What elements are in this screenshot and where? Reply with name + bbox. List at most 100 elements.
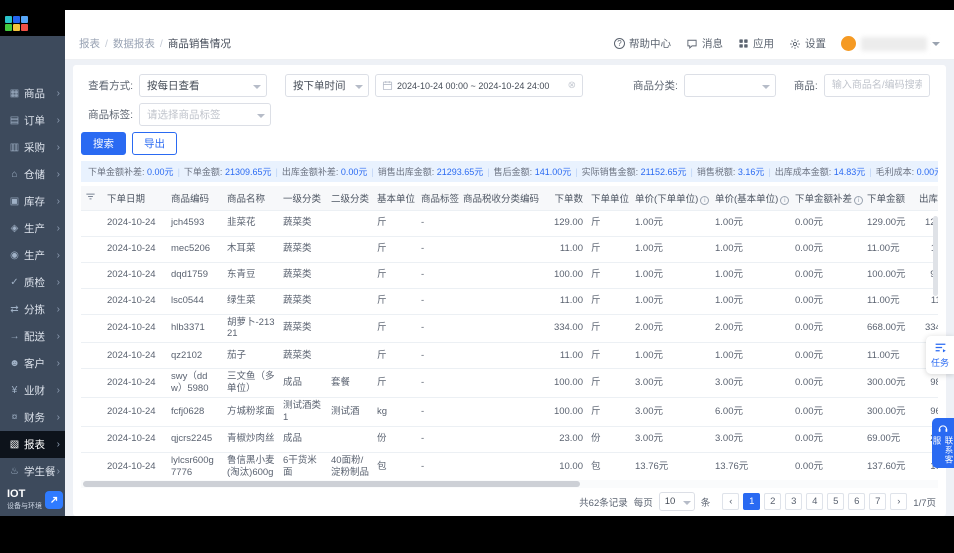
table-cell: 334.00 bbox=[543, 314, 587, 344]
chevron-right-icon: › bbox=[56, 250, 60, 261]
table-row[interactable]: 2024-10-24 dqd1759 东青豆 蔬菜类斤 -100.00 斤 1.00元 1.0… bbox=[81, 262, 938, 289]
prev-page-button[interactable]: ‹ bbox=[722, 493, 740, 510]
table-cell: 11.00 bbox=[543, 288, 587, 315]
sidebar-item-报表[interactable]: ▧ 报表 › bbox=[0, 431, 65, 458]
table-cell: 斤 bbox=[587, 397, 631, 427]
page-size-select[interactable]: 10 bbox=[658, 492, 695, 511]
sidebar-item-配送[interactable]: → 配送 › bbox=[0, 323, 65, 350]
table-row[interactable]: 2024-10-24 lylcsr600g7776 鲁信黑小麦(淘汰)600g 6干货… bbox=[81, 452, 938, 482]
date-range-value: 2024-10-24 00:00 ~ 2024-10-24 24:00 bbox=[397, 80, 550, 91]
export-button[interactable]: 导出 bbox=[132, 132, 177, 155]
chevron-right-icon: › bbox=[56, 412, 60, 423]
table-cell: hlb3371 bbox=[167, 314, 223, 344]
breadcrumb-item[interactable]: 商品销售情况 bbox=[168, 36, 231, 51]
page-button-3[interactable]: 3 bbox=[785, 493, 803, 510]
help-center-label: 帮助中心 bbox=[629, 38, 671, 50]
headset-icon bbox=[937, 423, 949, 433]
page-button-5[interactable]: 5 bbox=[827, 493, 845, 510]
product-search-input[interactable] bbox=[823, 74, 930, 97]
table-cell bbox=[459, 342, 543, 370]
iot-footer[interactable]: IOT 设备与环境 bbox=[0, 486, 65, 516]
sidebar-item-商品[interactable]: ▦ 商品 › bbox=[0, 80, 65, 107]
sidebar-item-客户[interactable]: ☻ 客户 › bbox=[0, 350, 65, 377]
user-menu[interactable] bbox=[841, 36, 940, 51]
summary-separator: | bbox=[690, 166, 693, 177]
table-cell: 2024-10-24 bbox=[103, 426, 167, 453]
total-records: 共62条记录 bbox=[579, 497, 628, 509]
table-cell: 11.00 bbox=[543, 342, 587, 370]
biz-finance-icon: ¥ bbox=[11, 385, 18, 396]
tag-select[interactable]: 请选择商品标签 bbox=[139, 103, 271, 126]
iot-launch-icon[interactable] bbox=[45, 490, 63, 509]
sidebar-item-分拣[interactable]: ⇄ 分拣 › bbox=[0, 296, 65, 323]
gear-icon bbox=[789, 38, 801, 50]
sidebar-item-订单[interactable]: ▤ 订单 › bbox=[0, 107, 65, 134]
page-button-7[interactable]: 7 bbox=[869, 493, 887, 510]
page-button-4[interactable]: 4 bbox=[806, 493, 824, 510]
horizontal-scrollbar-thumb[interactable] bbox=[83, 481, 581, 487]
apps-label: 应用 bbox=[753, 38, 774, 50]
table-cell bbox=[327, 236, 373, 263]
table-row[interactable]: 2024-10-24 jch4593 韭菜花 蔬菜类斤 -129.00 斤 1.00元 1.0… bbox=[81, 210, 938, 237]
sidebar-item-采购[interactable]: ▥ 采购 › bbox=[0, 134, 65, 161]
sidebar-item-生产[interactable]: ◉ 生产 › bbox=[0, 242, 65, 269]
date-range-input[interactable]: 2024-10-24 00:00 ~ 2024-10-24 24:00 ⊗ bbox=[375, 74, 583, 97]
sidebar-item-财务[interactable]: ¤ 财务 › bbox=[0, 404, 65, 431]
settings-button[interactable]: 设置 bbox=[789, 36, 826, 51]
table-row[interactable]: 2024-10-24 swy（ddw）5980 三文鱼（多单位） 成品 套餐斤 -100.… bbox=[81, 368, 938, 398]
table-cell: 斤 bbox=[373, 288, 417, 315]
next-page-button[interactable]: › bbox=[890, 493, 908, 510]
table-cell: 0.00元 bbox=[791, 452, 863, 482]
grid-icon: ▦ bbox=[9, 88, 20, 99]
table-row[interactable]: 2024-10-24 qz2102 茄子 蔬菜类斤 -11.00 斤 1.00元 1.00元 0… bbox=[81, 342, 938, 370]
summary-item: 毛利成本: 0.00元 bbox=[875, 167, 938, 177]
breadcrumb-item[interactable]: 数据报表 bbox=[113, 36, 155, 51]
topbar: 报表 / 数据报表 / 商品销售情况 ? 帮助中心 消息 应用 设置 bbox=[65, 10, 954, 60]
customer-service-float-button[interactable]: 联系客服 bbox=[932, 418, 954, 468]
category-select[interactable] bbox=[683, 74, 776, 97]
table-cell: 2024-10-24 bbox=[103, 397, 167, 427]
messages-button[interactable]: 消息 bbox=[686, 36, 723, 51]
logo-square bbox=[13, 15, 20, 23]
table-cell: mec5206 bbox=[167, 236, 223, 263]
table-cell bbox=[459, 368, 543, 398]
sidebar-item-仓储[interactable]: ⌂ 仓储 › bbox=[0, 161, 65, 188]
table-row[interactable]: 2024-10-24 lsc0544 绿生菜 蔬菜类斤 -11.00 斤 1.00元 1.00… bbox=[81, 288, 938, 315]
table-row[interactable]: 2024-10-24 qjcrs2245 青椒炒肉丝 成品份 -23.00 份 3.00元 3… bbox=[81, 426, 938, 453]
table-row[interactable]: 2024-10-24 hlb3371 胡萝卜-21321 蔬菜类斤 -334.00 斤 2.… bbox=[81, 314, 938, 344]
time-field-select[interactable]: 按下单时间 bbox=[285, 74, 369, 97]
sidebar-item-质检[interactable]: ✓ 质检 › bbox=[0, 269, 65, 296]
table-cell: - bbox=[417, 368, 459, 398]
table-cell: - bbox=[417, 314, 459, 344]
view-mode-select[interactable]: 按每日查看 bbox=[139, 74, 267, 97]
filter-icon[interactable] bbox=[85, 191, 96, 202]
page-button-1[interactable]: 1 bbox=[743, 493, 761, 510]
table-cell: 木耳菜 bbox=[223, 236, 279, 263]
apps-button[interactable]: 应用 bbox=[738, 36, 774, 51]
breadcrumb-item[interactable]: 报表 bbox=[79, 36, 100, 51]
clear-icon[interactable]: ⊗ bbox=[568, 80, 576, 91]
table-cell: swy（ddw）5980 bbox=[167, 368, 223, 398]
table-cell: 2024-10-24 bbox=[103, 288, 167, 315]
table-cell: 2024-10-24 bbox=[103, 342, 167, 370]
sidebar-item-库存[interactable]: ▣ 库存 › bbox=[0, 188, 65, 215]
search-button[interactable]: 搜索 bbox=[81, 132, 126, 155]
tasks-float-button[interactable]: 任务 bbox=[926, 336, 954, 374]
column-header: 二级分类 bbox=[327, 186, 373, 211]
table-cell: 包 bbox=[373, 452, 417, 482]
sidebar-item-学生餐[interactable]: ♨ 学生餐 › bbox=[0, 458, 65, 485]
table-row[interactable]: 2024-10-24 fcfj0628 方城粉浆面 测试酒类1 测试酒 kg - 100.00… bbox=[81, 397, 938, 427]
sidebar-item-生产[interactable]: ◈ 生产 › bbox=[0, 215, 65, 242]
table-cell: 100.00 bbox=[543, 262, 587, 289]
vertical-scrollbar-thumb[interactable] bbox=[933, 216, 938, 296]
table-row[interactable]: 2024-10-24 mec5206 木耳菜 蔬菜类斤 -11.00 斤 1.00元 1.00… bbox=[81, 236, 938, 263]
page-button-2[interactable]: 2 bbox=[764, 493, 782, 510]
help-center-button[interactable]: ? 帮助中心 bbox=[614, 36, 671, 51]
table-cell: 0.00元 bbox=[791, 342, 863, 370]
chevron-right-icon: › bbox=[56, 439, 60, 450]
sidebar-item-业财[interactable]: ¥ 业财 › bbox=[0, 377, 65, 404]
page-button-6[interactable]: 6 bbox=[848, 493, 866, 510]
table-cell: 23.00 bbox=[543, 426, 587, 453]
logo-square bbox=[5, 23, 12, 31]
table-cell bbox=[459, 210, 543, 237]
